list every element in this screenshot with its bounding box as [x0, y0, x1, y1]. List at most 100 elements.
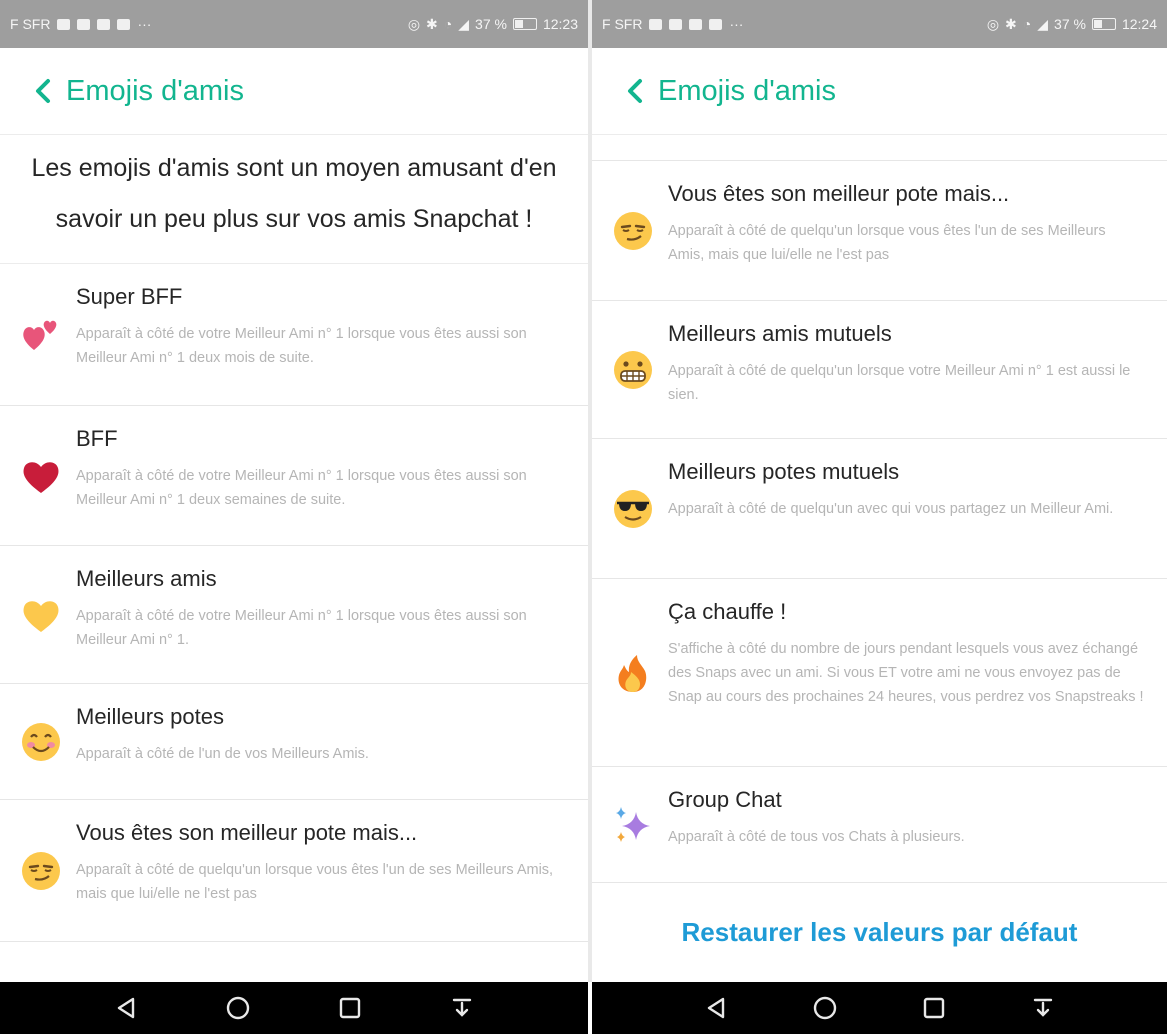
list-item-bff[interactable]: BFF Apparaît à côté de votre Meilleur Am…: [0, 406, 588, 546]
smirking-face-icon: [612, 210, 654, 252]
restore-defaults-button[interactable]: Restaurer les valeurs par défaut: [592, 883, 1167, 948]
item-description: Apparaît à côté de quelqu'un lorsque vou…: [76, 862, 554, 902]
wifi-icon: ◔: [1022, 16, 1032, 32]
nav-recents-button[interactable]: [330, 988, 370, 1028]
item-title: Vous êtes son meilleur pote mais...: [668, 181, 1010, 206]
page-title: Emojis d'amis: [658, 74, 836, 107]
emoji-list: Vous êtes son meilleur pote mais... Appa…: [592, 134, 1167, 948]
location-icon: ◎: [407, 15, 421, 32]
sparkles-icon: [612, 804, 654, 846]
more-notifications-icon: ···: [137, 16, 152, 32]
clock: 12:24: [1121, 16, 1157, 32]
carrier-label: F SFR: [602, 16, 643, 32]
red-heart-icon: [20, 455, 62, 497]
battery-percent: 37 %: [475, 16, 507, 32]
grimacing-face-icon: [612, 349, 654, 391]
download-icon: [77, 18, 91, 30]
system-nav-bar: [0, 982, 588, 1034]
circle-home-icon: [226, 996, 250, 1020]
notification-icon: [57, 18, 71, 30]
item-description: Apparaît à côté de votre Meilleur Ami n°…: [76, 468, 527, 508]
item-title: Meilleurs amis mutuels: [668, 321, 892, 346]
nav-home-button[interactable]: [218, 988, 258, 1028]
list-item-meilleurs-amis-mutuels[interactable]: Meilleurs amis mutuels Apparaît à côté d…: [592, 301, 1167, 439]
video-icon: [117, 18, 131, 30]
item-description: Apparaît à côté de votre Meilleur Ami n°…: [76, 326, 527, 366]
status-bar: F SFR ··· ◎ ✱ ◔ ◢ 37 % 12:23: [0, 0, 588, 48]
item-title: Group Chat: [668, 787, 782, 812]
gallery-icon: [689, 18, 703, 30]
item-title: Meilleurs potes mutuels: [668, 459, 900, 484]
two-hearts-icon: [20, 314, 62, 356]
video-icon: [709, 18, 723, 30]
page-title: Emojis d'amis: [66, 74, 244, 107]
right-screen: F SFR ··· ◎ ✱ ◔ ◢ 37 % 12:24 Emojis d'am…: [592, 0, 1167, 1034]
item-title: Super BFF: [76, 284, 183, 309]
bluetooth-icon: ✱: [426, 15, 438, 32]
nav-back-button[interactable]: [106, 988, 146, 1028]
chevron-left-icon: [36, 79, 50, 103]
bluetooth-icon: ✱: [1005, 15, 1017, 32]
smiling-face-icon: [20, 721, 62, 763]
more-notifications-icon: ···: [729, 16, 744, 32]
app-header: Emojis d'amis: [0, 48, 588, 134]
list-item-meilleurs-potes[interactable]: Meilleurs potes Apparaît à côté de l'un …: [0, 684, 588, 800]
list-item-son-meilleur-pote[interactable]: Vous êtes son meilleur pote mais... Appa…: [0, 800, 588, 942]
screenshot-composite: F SFR ··· ◎ ✱ ◔ ◢ 37 % 12:23 Emojis d'am…: [0, 0, 1167, 1034]
signal-icon: ◢: [1037, 15, 1049, 32]
back-button[interactable]: [26, 74, 60, 108]
list-item-meilleurs-potes-mutuels[interactable]: Meilleurs potes mutuels Apparaît à côté …: [592, 439, 1167, 579]
item-title: Ça chauffe !: [668, 599, 787, 624]
back-button[interactable]: [618, 74, 652, 108]
item-description: Apparaît à côté de l'un de vos Meilleurs…: [76, 746, 369, 762]
triangle-back-icon: [117, 997, 135, 1019]
list-item-ca-chauffe[interactable]: Ça chauffe ! S'affiche à côté du nombre …: [592, 579, 1167, 767]
app-header: Emojis d'amis: [592, 48, 1167, 134]
clock: 12:23: [542, 16, 578, 32]
fire-icon: [612, 652, 654, 694]
square-recents-icon: [339, 997, 361, 1019]
notification-icon: [649, 18, 663, 30]
list-item-meilleurs-amis[interactable]: Meilleurs amis Apparaît à côté de votre …: [0, 546, 588, 684]
carrier-label: F SFR: [10, 16, 51, 32]
chevron-left-icon: [628, 79, 642, 103]
download-icon: [669, 18, 683, 30]
item-description: S'affiche à côté du nombre de jours pend…: [668, 641, 1144, 705]
status-bar: F SFR ··· ◎ ✱ ◔ ◢ 37 % 12:24: [592, 0, 1167, 48]
nav-notifications-button[interactable]: [442, 988, 482, 1028]
item-description: Apparaît à côté de votre Meilleur Ami n°…: [76, 608, 527, 648]
emoji-list: Les emojis d'amis sont un moyen amusant …: [0, 134, 588, 942]
circle-home-icon: [813, 996, 837, 1020]
item-title: BFF: [76, 426, 118, 451]
sunglasses-face-icon: [612, 488, 654, 530]
pull-down-icon: [452, 998, 472, 1017]
item-description: Apparaît à côté de quelqu'un lorsque vot…: [668, 363, 1131, 403]
list-item-group-chat[interactable]: Group Chat Apparaît à côté de tous vos C…: [592, 767, 1167, 883]
intro-text: Les emojis d'amis sont un moyen amusant …: [0, 135, 588, 264]
triangle-back-icon: [708, 997, 725, 1019]
pull-down-icon: [1033, 998, 1052, 1017]
item-description: Apparaît à côté de quelqu'un avec qui vo…: [668, 501, 1114, 517]
left-screen: F SFR ··· ◎ ✱ ◔ ◢ 37 % 12:23 Emojis d'am…: [0, 0, 588, 1034]
list-item-super-bff[interactable]: Super BFF Apparaît à côté de votre Meill…: [0, 264, 588, 406]
item-description: Apparaît à côté de tous vos Chats à plus…: [668, 829, 965, 845]
list-top-spacer: [592, 135, 1167, 161]
item-title: Vous êtes son meilleur pote mais...: [76, 820, 418, 845]
system-nav-bar: [592, 982, 1167, 1034]
list-item-son-meilleur-pote[interactable]: Vous êtes son meilleur pote mais... Appa…: [592, 161, 1167, 301]
nav-home-button[interactable]: [805, 988, 845, 1028]
nav-recents-button[interactable]: [914, 988, 954, 1028]
signal-icon: ◢: [458, 15, 470, 32]
nav-back-button[interactable]: [696, 988, 736, 1028]
smirking-face-icon: [20, 850, 62, 892]
nav-notifications-button[interactable]: [1023, 988, 1063, 1028]
battery-icon: [1091, 18, 1116, 30]
item-title: Meilleurs potes: [76, 704, 224, 729]
item-description: Apparaît à côté de quelqu'un lorsque vou…: [668, 223, 1106, 263]
location-icon: ◎: [986, 15, 1000, 32]
square-recents-icon: [923, 997, 945, 1019]
gallery-icon: [97, 18, 111, 30]
yellow-heart-icon: [20, 594, 62, 636]
battery-percent: 37 %: [1054, 16, 1086, 32]
item-title: Meilleurs amis: [76, 566, 217, 591]
